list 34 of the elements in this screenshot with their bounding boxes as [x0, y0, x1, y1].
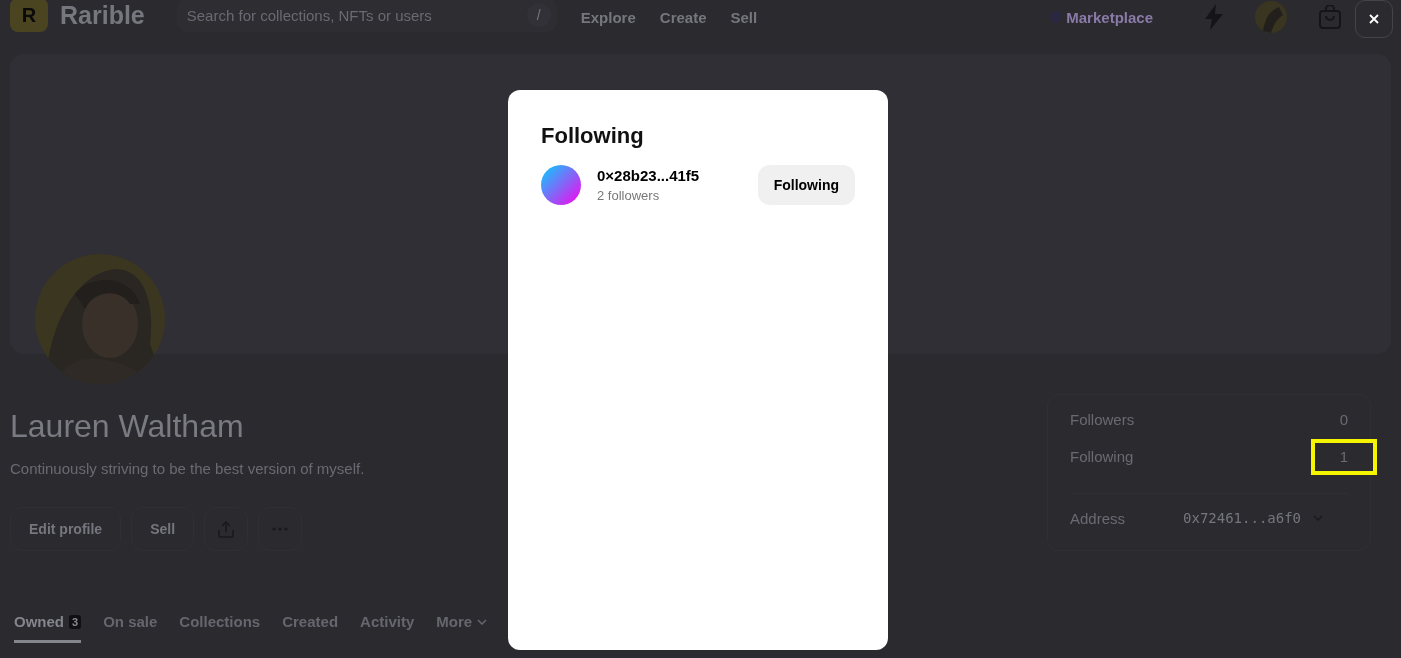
- bag-icon[interactable]: [1319, 5, 1341, 29]
- sell-button[interactable]: Sell: [131, 507, 195, 551]
- close-button[interactable]: [1355, 0, 1393, 38]
- highlight-frame: 1: [1311, 438, 1377, 475]
- following-button[interactable]: Following: [757, 165, 855, 205]
- marketplace-link[interactable]: Marketplace: [1050, 8, 1153, 26]
- search-input[interactable]: Search for collections, NFTs or users: [184, 5, 527, 25]
- nav-link[interactable]: Sell: [730, 8, 758, 26]
- lightning-icon[interactable]: [1205, 4, 1223, 30]
- brand-name: Rarible: [60, 0, 145, 30]
- follower-count: 2 followers: [597, 188, 661, 203]
- profile-bio: Continuously striving to be the best version of myself.: [10, 460, 366, 477]
- nav-link[interactable]: Create: [659, 8, 707, 26]
- user-name[interactable]: 0×28b23...41f5: [597, 167, 758, 184]
- profile-tab[interactable]: Collections: [179, 613, 261, 643]
- stat-value: 0: [1339, 411, 1348, 428]
- dialog-title: Following: [541, 123, 645, 149]
- edit-profile-button[interactable]: Edit profile: [10, 507, 122, 551]
- logo[interactable]: R: [10, 0, 48, 32]
- profile-tab[interactable]: Activity: [360, 613, 415, 643]
- profile-tab[interactable]: Created: [282, 613, 339, 643]
- profile-tab[interactable]: On sale: [103, 613, 158, 643]
- count-badge: 3: [69, 614, 82, 629]
- stat-label: Following: [1070, 448, 1134, 465]
- profile-tab[interactable]: More: [436, 613, 488, 643]
- shortcut-key: /: [526, 3, 551, 27]
- user-avatar[interactable]: [541, 165, 581, 205]
- close-icon: [1369, 14, 1379, 24]
- profile-name: Lauren Waltham: [10, 407, 245, 446]
- profile-tab[interactable]: Owned 3: [14, 613, 82, 643]
- nav-link[interactable]: Explore: [580, 8, 636, 26]
- stat-label: Followers: [1070, 411, 1135, 428]
- address-label: Address: [1070, 509, 1126, 527]
- address-value[interactable]: 0x72461...a6f0: [1183, 510, 1302, 526]
